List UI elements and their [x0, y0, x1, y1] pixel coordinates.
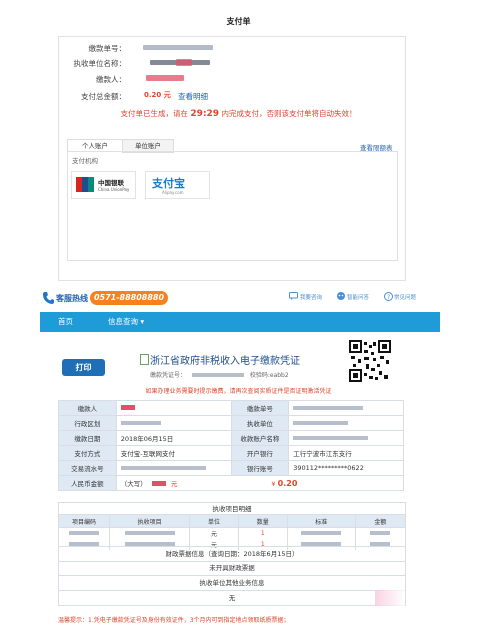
qr-code-icon [349, 340, 391, 382]
unit-info: 执收单位其他业务信息 [58, 576, 406, 591]
document-icon [140, 354, 149, 365]
voucher-title: 浙江省政府非税收入电子缴款凭证 [150, 356, 300, 367]
payment-channel-panel [67, 151, 398, 261]
payer-label: 缴款人： [96, 75, 126, 84]
view-detail-link[interactable]: 查看明细 [178, 91, 208, 102]
unit-value: 无 [58, 591, 406, 606]
total-amount-label: 支付总金额： [81, 92, 126, 101]
finance-status: 未开具财政票据 [58, 561, 406, 576]
hotline-label: 客服热线 [56, 294, 88, 303]
provider-unionpay[interactable]: 中国银联 China UnionPay [71, 171, 136, 199]
phone-icon [43, 292, 54, 304]
voucher-info-table: 缴款人 缴款单号 行政区划 执收单位 缴款日期 2018年06月15日 收款账户… [58, 400, 405, 491]
footer-tip: 温馨提示：1.凭电子缴款凭证号及身份有效证件，3个月内可到指定地点领取纸质票据； [58, 617, 290, 624]
table-row: 交易流水号 银行账号 390112*********0622 [58, 460, 404, 476]
print-button[interactable]: 打印 [62, 359, 105, 376]
table-header: 项目编码 执收项目 单位 数量 标准 金额 [57, 514, 407, 528]
payer-value [146, 75, 184, 81]
voucher-subline: 缴款凭证号： 校验码:eabb2 [150, 372, 289, 379]
order-no-label: 缴款单号： [88, 44, 127, 53]
channel-label: 支付机构 [72, 157, 98, 165]
countdown-notice: 支付单已生成，请在 29:29 内完成支付，否则该支付单将自动失效！ [120, 109, 357, 119]
total-amount-value: 0.20 元 [144, 91, 171, 99]
table-row: 支付方式 支付宝-互联网支付 开户银行 工行宁波市江东支行 [58, 445, 404, 461]
nav-info-query[interactable]: 信息查询 ▾ [108, 316, 144, 327]
consult-link[interactable]: 我要咨询 [300, 293, 322, 301]
nav-home[interactable]: 首页 [58, 316, 73, 327]
table-row: 缴款人 缴款单号 [58, 400, 404, 416]
table-row: 行政区划 执收单位 [58, 415, 404, 431]
watermark-blur [375, 590, 405, 606]
chevron-down-icon: ▾ [140, 317, 145, 326]
unit-name-label: 执收单位名称： [73, 59, 127, 68]
table-row: 缴款日期 2018年06月15日 收款账户名称 [58, 430, 404, 446]
amount-number: 0.20 [277, 479, 298, 488]
countdown-timer: 29:29 [190, 109, 220, 119]
main-nav-bar [40, 312, 440, 332]
detail-table: 项目编码 执收项目 单位 数量 标准 金额 元 1 元 1 [57, 514, 407, 550]
order-no-value [143, 45, 213, 50]
hotline-number: 0571-88808880 [90, 291, 168, 305]
voucher-warning: 如果办理业务需要时提示缴费，请再次查阅实质证件是否证明激活凭证 [145, 388, 332, 395]
smart-qa-icon [337, 292, 345, 300]
consult-icon [289, 292, 298, 300]
svg-text:?: ? [387, 294, 390, 301]
finance-info: 财政票据信息（查询日期：2018年6月15日） [58, 546, 406, 562]
faq-link[interactable]: 常见问题 [394, 293, 416, 301]
smart-qa-link[interactable]: 智能问答 [347, 293, 369, 301]
table-row: 元 1 [57, 527, 407, 539]
payment-title: 支付单 [226, 17, 251, 26]
provider-alipay[interactable]: 支付宝 Alipay.com [145, 171, 210, 199]
faq-icon: ? [384, 292, 393, 301]
unionpay-logo-icon [76, 177, 94, 192]
amount-row: 人民币金额 （大写） 元 ¥ 0.20 [58, 475, 405, 491]
